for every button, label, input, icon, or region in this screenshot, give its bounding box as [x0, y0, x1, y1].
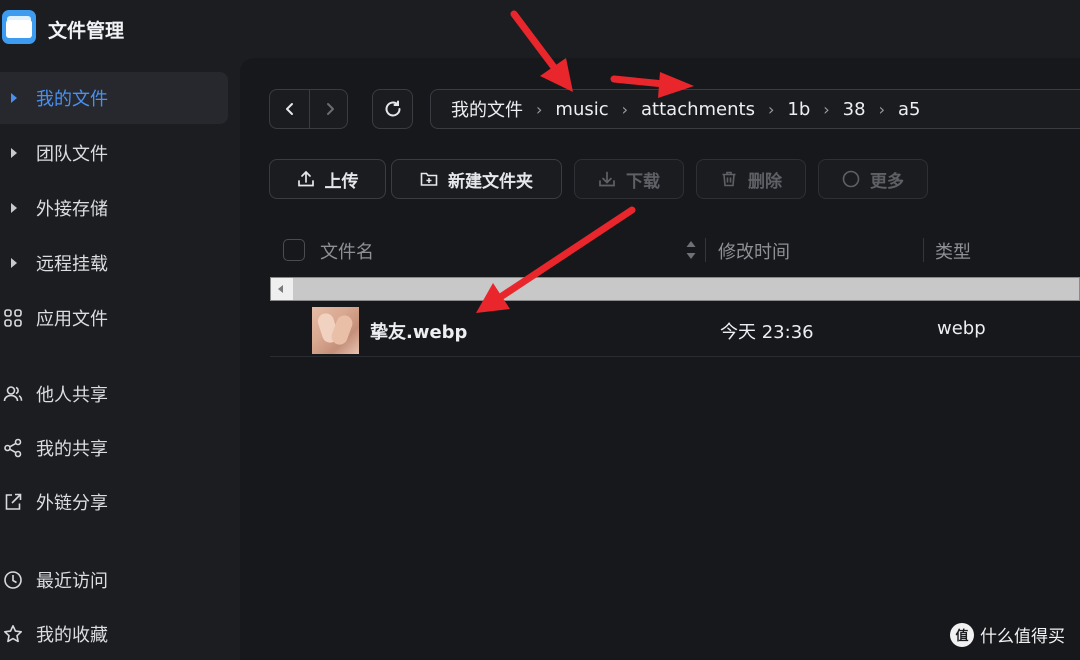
breadcrumb-separator: ›: [823, 99, 830, 119]
sidebar-item-my-shares[interactable]: 我的共享: [0, 422, 228, 474]
folder-app-icon: [2, 10, 36, 44]
breadcrumb-separator: ›: [621, 99, 629, 119]
sidebar-item-label: 最近访问: [36, 571, 108, 592]
upload-label: 上传: [324, 171, 359, 192]
grid-icon: [4, 309, 22, 327]
breadcrumb-separator: ›: [878, 99, 885, 119]
breadcrumb-item-current[interactable]: a5: [898, 99, 920, 120]
refresh-icon: [385, 100, 400, 117]
table-header: 文件名 修改时间 类型: [270, 226, 1080, 274]
watermark-text: 什么值得买: [980, 627, 1065, 647]
select-all-checkbox[interactable]: [283, 239, 305, 261]
sidebar-item-shared-with-me[interactable]: 他人共享: [0, 368, 228, 420]
scroll-left-arrow-icon[interactable]: [278, 285, 283, 293]
back-button[interactable]: [270, 90, 309, 128]
sort-icon[interactable]: [685, 239, 697, 261]
caret-right-icon: [11, 258, 17, 268]
file-browser-panel: 我的文件 › music › attachments › 1b › 38 › a…: [240, 58, 1080, 660]
horizontal-scrollbar[interactable]: [270, 277, 1080, 301]
sidebar-item-external-storage[interactable]: 外接存储: [0, 182, 228, 234]
sidebar: 我的文件 团队文件 外接存储 远程挂载 应用文件 他人共享 我的共享 外链分享 …: [0, 58, 232, 660]
breadcrumb-item[interactable]: 38: [843, 99, 866, 120]
sidebar-item-label: 应用文件: [36, 309, 108, 330]
clock-icon: [4, 571, 22, 589]
refresh-button[interactable]: [372, 89, 413, 129]
history-nav-group: [269, 89, 348, 129]
app-header: 文件管理: [0, 0, 240, 58]
sidebar-item-recent[interactable]: 最近访问: [0, 554, 228, 606]
trash-icon: [722, 171, 736, 187]
sidebar-item-app-files[interactable]: 应用文件: [0, 292, 228, 344]
table-row[interactable]: 挚友.webp 今天 23:36 webp: [270, 303, 1080, 357]
sidebar-item-label: 外接存储: [36, 199, 108, 220]
upload-icon: [297, 170, 314, 187]
download-icon: [599, 171, 615, 187]
file-modified: 今天 23:36: [720, 322, 814, 343]
file-name[interactable]: 挚友.webp: [370, 318, 467, 344]
star-icon: [4, 625, 22, 643]
sidebar-item-label: 他人共享: [36, 385, 108, 406]
new-folder-button[interactable]: 新建文件夹: [391, 159, 562, 199]
breadcrumb: 我的文件 › music › attachments › 1b › 38 › a…: [430, 89, 1080, 129]
upload-button[interactable]: 上传: [269, 159, 386, 199]
file-thumbnail: [312, 307, 359, 354]
delete-button[interactable]: 删除: [696, 159, 806, 199]
breadcrumb-item[interactable]: 1b: [787, 99, 810, 120]
caret-right-icon: [11, 93, 17, 103]
new-folder-icon: [420, 172, 438, 186]
download-button[interactable]: 下载: [574, 159, 684, 199]
chevron-left-icon: [285, 103, 293, 115]
column-header-type[interactable]: 类型: [935, 238, 971, 264]
app-title: 文件管理: [48, 20, 125, 42]
sidebar-item-label: 团队文件: [36, 144, 108, 165]
file-type: webp: [937, 318, 986, 339]
breadcrumb-item[interactable]: 我的文件: [451, 96, 523, 122]
sidebar-item-team-files[interactable]: 团队文件: [0, 127, 228, 179]
external-link-icon: [5, 493, 22, 510]
more-button[interactable]: 更多: [818, 159, 928, 199]
sidebar-item-label: 我的共享: [36, 439, 108, 460]
sidebar-item-favorites[interactable]: 我的收藏: [0, 608, 228, 660]
watermark-logo-icon: 值: [950, 622, 974, 647]
sidebar-item-label: 外链分享: [36, 493, 108, 514]
breadcrumb-separator: ›: [767, 99, 775, 119]
column-header-name[interactable]: 文件名: [320, 238, 374, 264]
download-label: 下载: [626, 171, 660, 192]
share-icon: [4, 438, 22, 458]
breadcrumb-item[interactable]: attachments: [641, 99, 755, 120]
sidebar-item-label: 我的文件: [36, 89, 108, 110]
users-icon: [3, 386, 23, 402]
caret-right-icon: [11, 148, 17, 158]
chevron-right-icon: [326, 103, 334, 115]
column-header-modified[interactable]: 修改时间: [718, 238, 790, 264]
sidebar-item-label: 远程挂载: [36, 254, 108, 275]
sidebar-item-my-files[interactable]: 我的文件: [0, 72, 228, 124]
delete-label: 删除: [748, 171, 782, 192]
sidebar-item-remote-mount[interactable]: 远程挂载: [0, 237, 228, 289]
watermark: 值 什么值得买: [950, 622, 1065, 647]
more-label: 更多: [870, 171, 904, 192]
forward-button[interactable]: [310, 90, 349, 128]
breadcrumb-item[interactable]: music: [555, 99, 608, 120]
caret-right-icon: [11, 203, 17, 213]
sidebar-item-label: 我的收藏: [36, 625, 108, 646]
breadcrumb-separator: ›: [536, 99, 543, 119]
new-folder-label: 新建文件夹: [448, 171, 533, 192]
more-icon: [842, 170, 860, 188]
sidebar-item-external-links[interactable]: 外链分享: [0, 476, 228, 528]
